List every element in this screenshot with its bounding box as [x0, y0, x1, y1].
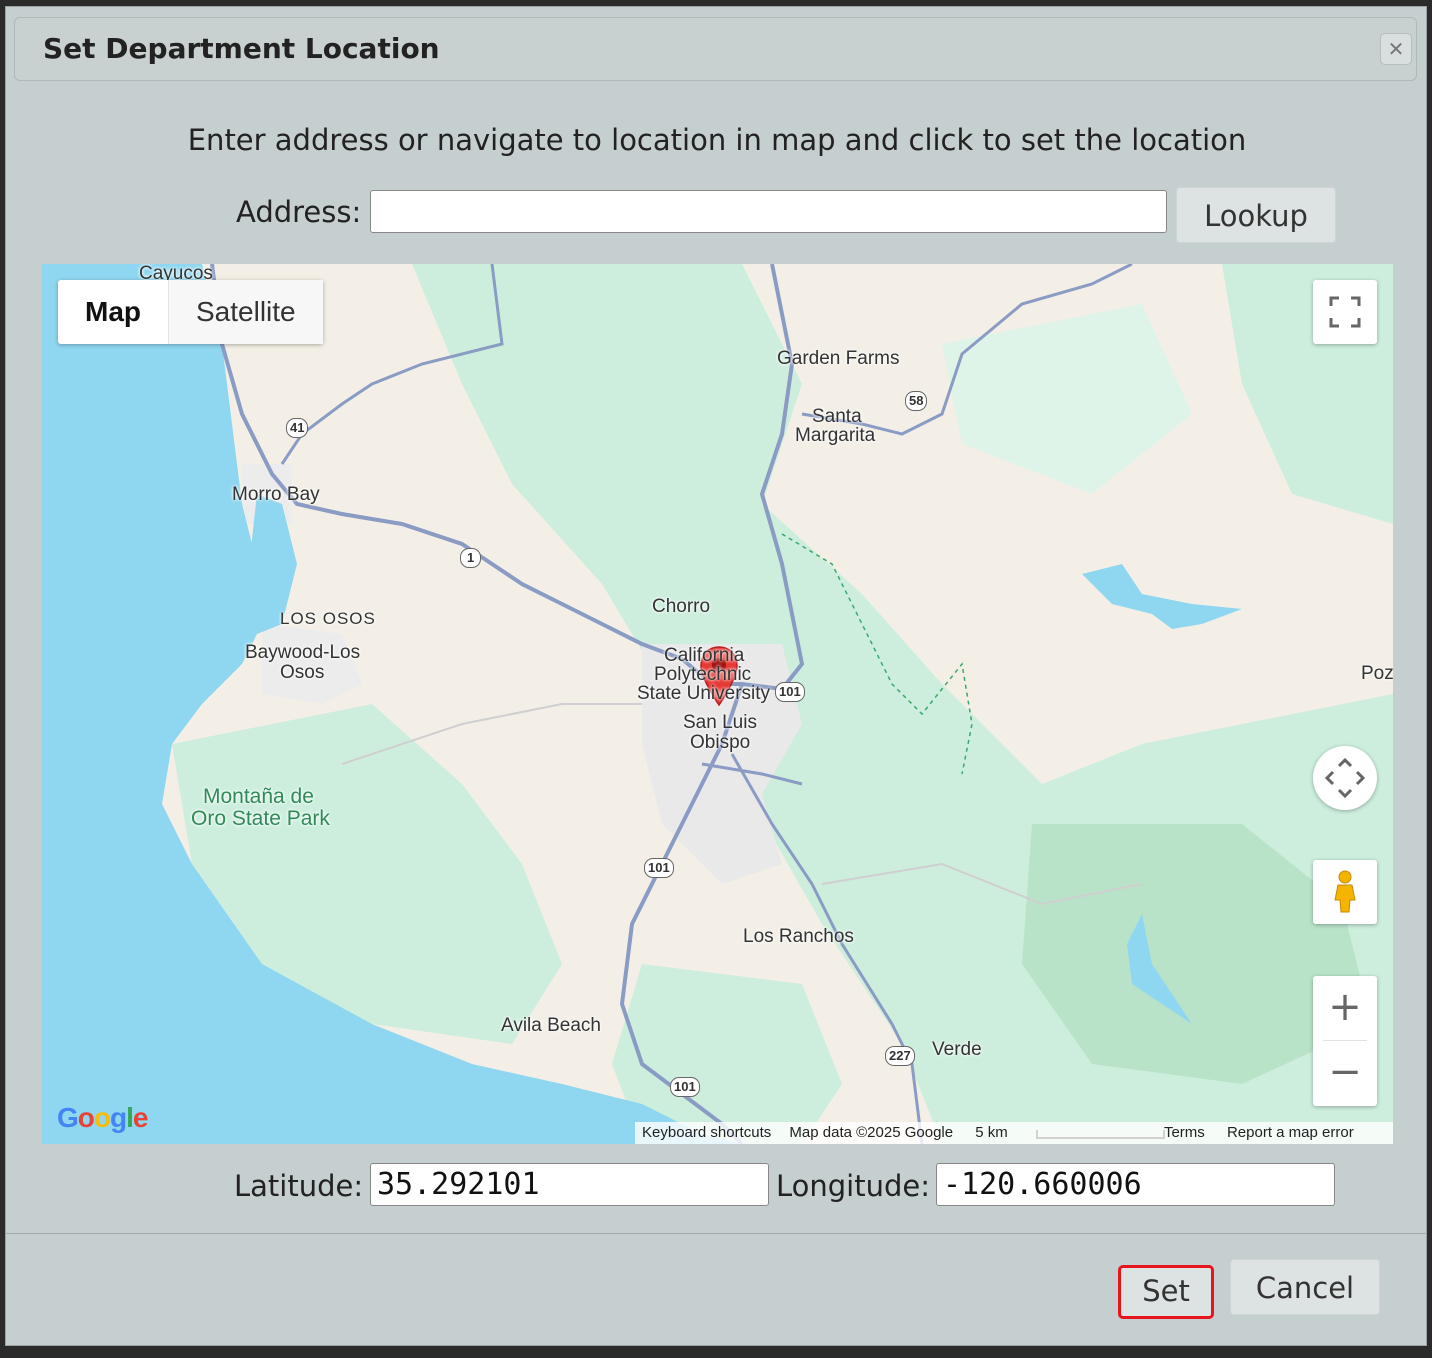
keyboard-shortcuts-link[interactable]: Keyboard shortcuts [642, 1124, 771, 1141]
cancel-button[interactable]: Cancel [1230, 1259, 1380, 1315]
instructions-text: Enter address or navigate to location in… [187, 123, 1247, 157]
latitude-input[interactable] [370, 1163, 769, 1206]
place-slo-2: Obispo [690, 732, 751, 753]
dialog-titlebar[interactable]: Set Department Location ✕ [14, 17, 1417, 81]
fullscreen-icon [1329, 296, 1361, 328]
google-logo: Google [57, 1102, 148, 1133]
route-227-shield: 227 [885, 1046, 915, 1066]
place-verde: Verde [932, 1039, 982, 1060]
place-los-ranchos: Los Ranchos [743, 926, 854, 947]
footer-divider [6, 1233, 1426, 1234]
place-slo-1: San Luis [683, 712, 757, 733]
lookup-button[interactable]: Lookup [1176, 187, 1336, 243]
zoom-control: + − [1313, 976, 1377, 1106]
place-morro-bay: Morro Bay [232, 484, 320, 505]
place-poz: Poz [1361, 663, 1393, 684]
set-button[interactable]: Set [1118, 1265, 1214, 1319]
place-cal-poly-2: Polytechnic [654, 664, 752, 685]
place-montana-1: Montaña de [203, 785, 314, 808]
scale-text[interactable]: 5 km [975, 1124, 1008, 1141]
address-input[interactable] [370, 190, 1167, 233]
latitude-label: Latitude: [234, 1169, 364, 1203]
report-error-link[interactable]: Report a map error [1227, 1124, 1354, 1141]
map-footer: Keyboard shortcuts Map data ©2025 Google… [635, 1122, 1393, 1144]
place-cal-poly-1: California [664, 645, 745, 666]
place-santa-2: Margarita [795, 425, 876, 446]
close-button[interactable]: ✕ [1380, 33, 1412, 65]
street-view-button[interactable] [1313, 860, 1377, 924]
route-101-shield: 101 [775, 682, 805, 702]
map-type-satellite-button[interactable]: Satellite [168, 280, 323, 344]
route-58-shield: 58 [905, 391, 928, 411]
close-icon: ✕ [1387, 37, 1405, 61]
place-baywood-1: Baywood-Los [245, 642, 361, 663]
route-101-shield: 101 [644, 858, 674, 878]
pegman-icon [1334, 870, 1356, 913]
place-los-osos: LOS OSOS [280, 609, 376, 628]
map-type-control: Map Satellite [58, 280, 323, 344]
place-santa-1: Santa [812, 406, 862, 427]
fullscreen-button[interactable] [1313, 280, 1377, 344]
place-chorro: Chorro [652, 596, 711, 617]
route-1-shield: 1 [460, 548, 482, 568]
map-view[interactable]: Cayucos Garden Farms Santa Margarita Mor… [42, 264, 1393, 1144]
place-montana-2: Oro State Park [191, 807, 330, 830]
longitude-label: Longitude: [776, 1169, 931, 1203]
camera-control-button[interactable] [1313, 746, 1377, 810]
set-location-dialog: Set Department Location ✕ Enter address … [5, 6, 1427, 1346]
route-101-shield: 101 [670, 1077, 700, 1097]
camera-move-icon [1324, 757, 1366, 799]
map-type-map-button[interactable]: Map [58, 280, 168, 344]
longitude-input[interactable] [936, 1163, 1335, 1206]
place-garden-farms: Garden Farms [777, 348, 900, 369]
place-cal-poly-3: State University [637, 683, 771, 704]
address-label: Address: [236, 195, 362, 229]
zoom-out-button[interactable]: − [1313, 1041, 1377, 1105]
terms-link[interactable]: Terms [1164, 1124, 1205, 1141]
dialog-title: Set Department Location [43, 32, 440, 65]
zoom-in-button[interactable]: + [1313, 976, 1377, 1040]
place-avila-beach: Avila Beach [501, 1015, 601, 1036]
place-baywood-2: Osos [280, 662, 325, 683]
map-data-text: Map data ©2025 Google [789, 1124, 954, 1141]
route-41-shield: 41 [286, 418, 309, 438]
